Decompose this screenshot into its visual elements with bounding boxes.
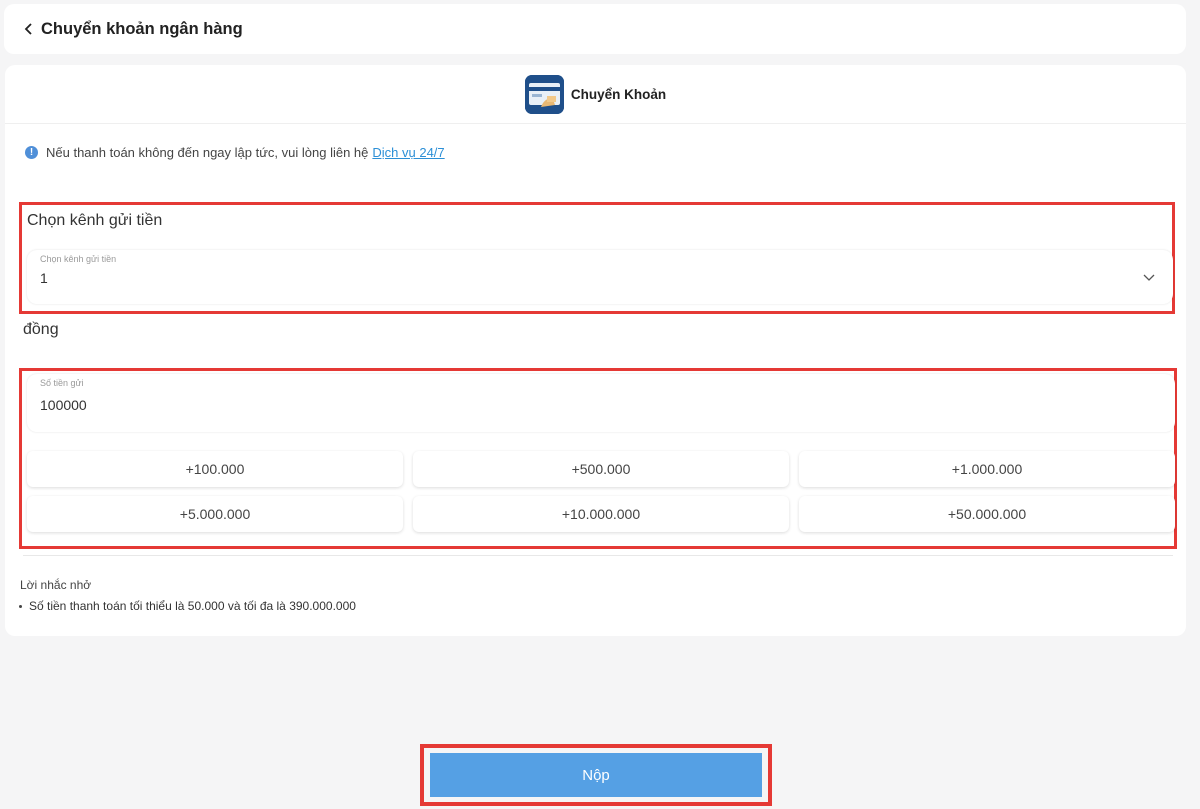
- quick-amount-button[interactable]: +1.000.000: [799, 451, 1175, 487]
- quick-amount-button[interactable]: +10.000.000: [413, 496, 789, 532]
- chevron-left-icon[interactable]: [22, 22, 36, 36]
- payment-method-label: Chuyển Khoản: [570, 86, 667, 102]
- notice: ! Nếu thanh toán không đến ngay lập tức,…: [25, 145, 445, 160]
- bullet-icon: [19, 604, 22, 608]
- quick-amount-button[interactable]: +100.000: [27, 451, 403, 487]
- amount-field-label: Số tiền gửi: [40, 378, 84, 388]
- amount-value[interactable]: 100000: [40, 397, 87, 413]
- reminder-text: Số tiền thanh toán tối thiểu là 50.000 v…: [29, 599, 356, 613]
- channel-field-label: Chọn kênh gửi tiền: [40, 254, 117, 264]
- payment-method-bar: Chuyển Khoản: [5, 65, 1186, 124]
- reminder-title: Lời nhắc nhở: [20, 578, 92, 592]
- quick-amount-button[interactable]: +5.000.000: [27, 496, 403, 532]
- payment-method-tab-transfer[interactable]: Chuyển Khoản: [524, 74, 667, 114]
- page-header: Chuyển khoản ngân hàng: [4, 4, 1186, 54]
- channel-section-title: Chọn kênh gửi tiền: [27, 212, 163, 229]
- submit-highlight: Nộp: [420, 744, 772, 806]
- channel-select[interactable]: Chọn kênh gửi tiền 1: [27, 250, 1173, 304]
- reminder-item: Số tiền thanh toán tối thiểu là 50.000 v…: [19, 599, 356, 613]
- submit-button[interactable]: Nộp: [430, 753, 762, 797]
- channel-value: 1: [40, 270, 48, 286]
- currency-label: đồng: [23, 321, 59, 338]
- bank-transfer-icon: [524, 74, 564, 114]
- divider: [23, 555, 1173, 556]
- quick-amount-button[interactable]: +500.000: [413, 451, 789, 487]
- amount-section: Số tiền gửi 100000 +100.000 +500.000 +1.…: [19, 368, 1177, 549]
- support-link[interactable]: Dịch vụ 24/7: [372, 145, 444, 160]
- quick-amount-button[interactable]: +50.000.000: [799, 496, 1175, 532]
- chevron-down-icon[interactable]: [1143, 270, 1155, 282]
- back-button[interactable]: Chuyển khoản ngân hàng: [22, 20, 243, 39]
- page-title: Chuyển khoản ngân hàng: [41, 19, 243, 38]
- info-icon: !: [25, 146, 38, 159]
- amount-input[interactable]: Số tiền gửi 100000: [27, 374, 1175, 432]
- deposit-panel: Chuyển Khoản ! Nếu thanh toán không đến …: [5, 65, 1186, 636]
- notice-text: Nếu thanh toán không đến ngay lập tức, v…: [46, 145, 369, 160]
- channel-section: Chọn kênh gửi tiền Chọn kênh gửi tiền 1: [19, 202, 1175, 314]
